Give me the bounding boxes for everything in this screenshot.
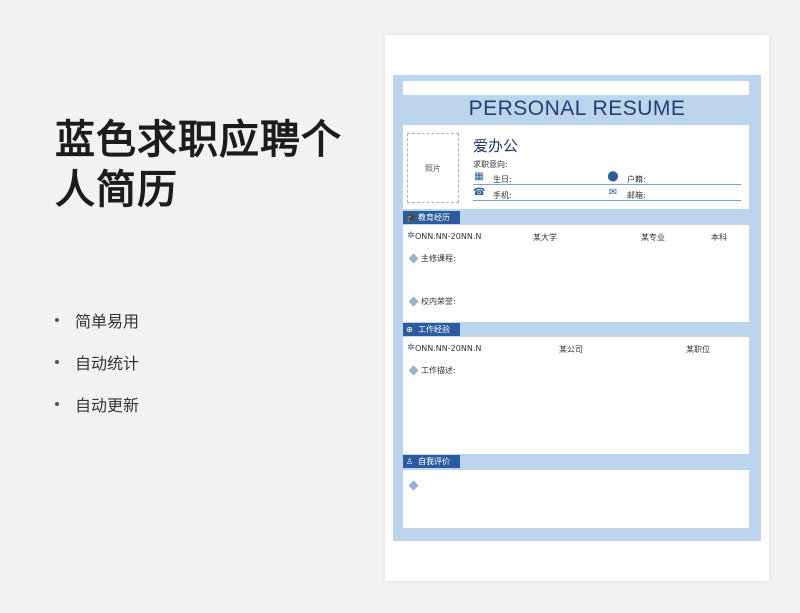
promo-title-line1: 蓝色求职应聘个: [55, 117, 342, 163]
hometown-label: 户籍:: [627, 175, 646, 184]
feature-item: 简单易用: [55, 310, 140, 331]
resume-frame: PERSONAL RESUME 照片 爱办公 求职意向: ▦ 生日: ⬤ 户籍:…: [393, 75, 761, 541]
work-tab-label: 工作经验: [418, 325, 450, 334]
job-intent-label: 求职意向:: [473, 160, 508, 169]
promo-title: 蓝色求职应聘个 人简历: [55, 115, 342, 215]
courses-label: 主修课程:: [421, 254, 456, 263]
diamond-bullet-icon: [408, 365, 419, 376]
bullet-icon: [55, 402, 59, 406]
self-eval-box: [403, 470, 749, 528]
bullet-icon: [55, 318, 59, 322]
diamond-bullet-icon: [408, 296, 419, 307]
feature-label: 自动统计: [75, 354, 140, 373]
self-eval-tab-label: 自我评价: [418, 457, 450, 466]
work-box: ✲ ONN.NN-20NN.N 某公司 某职位 工作描述:: [403, 337, 749, 454]
work-position: 某职位: [686, 345, 710, 354]
diamond-bullet-icon: [408, 480, 419, 491]
info-row-phone: ☎ 手机: ✉ 邮箱:: [473, 187, 741, 201]
candidate-name: 爱办公: [473, 137, 519, 155]
photo-placeholder[interactable]: 照片: [407, 133, 459, 203]
feature-item: 自动更新: [55, 394, 140, 415]
calendar-icon: ▦: [474, 171, 484, 182]
feature-item: 自动统计: [55, 352, 140, 373]
bullet-icon: [55, 360, 59, 364]
tab-work: ⊕ 工作经验: [403, 323, 460, 336]
gear-icon: ✲: [407, 231, 415, 241]
top-bar: [403, 81, 749, 95]
mail-icon: ✉: [608, 187, 618, 198]
feature-label: 简单易用: [75, 312, 140, 331]
education-date: ONN.NN-20NN.N: [415, 232, 482, 241]
birthday-label: 生日:: [493, 175, 512, 184]
education-tab-label: 教育经历: [418, 213, 450, 222]
photo-label: 照片: [425, 163, 441, 173]
diamond-bullet-icon: [408, 253, 419, 264]
feature-list: 简单易用 自动统计 自动更新: [55, 310, 139, 436]
work-date: ONN.NN-20NN.N: [415, 344, 482, 353]
promo-title-line2: 人简历: [55, 167, 178, 213]
graduation-cap-icon: 🎓: [406, 213, 416, 222]
globe-icon: ⊕: [406, 325, 413, 334]
feature-label: 自动更新: [75, 396, 140, 415]
gear-icon: ✲: [407, 343, 415, 353]
email-label: 邮箱:: [627, 191, 646, 200]
phone-icon: ☎: [473, 187, 486, 198]
education-major: 某专业: [641, 233, 665, 242]
tab-education: 🎓 教育经历: [403, 211, 460, 224]
person-icon: ♙: [406, 457, 414, 466]
info-row-birthday: ▦ 生日: ⬤ 户籍:: [473, 171, 741, 185]
work-company: 某公司: [559, 345, 583, 354]
phone-label: 手机:: [493, 191, 512, 200]
personal-info-box: 照片 爱办公 求职意向: ▦ 生日: ⬤ 户籍: ☎ 手机: ✉ 邮箱:: [403, 125, 749, 209]
work-desc-label: 工作描述:: [421, 366, 456, 375]
education-box: ✲ ONN.NN-20NN.N 某大学 某专业 本科 主修课程: 校内荣誉:: [403, 225, 749, 322]
resume-sheet: PERSONAL RESUME 照片 爱办公 求职意向: ▦ 生日: ⬤ 户籍:…: [385, 35, 769, 581]
location-icon: ⬤: [607, 171, 619, 182]
honors-label: 校内荣誉:: [421, 297, 456, 306]
education-school: 某大学: [533, 233, 557, 242]
education-degree: 本科: [711, 233, 727, 242]
resume-title: PERSONAL RESUME: [468, 97, 686, 120]
tab-self-eval: ♙ 自我评价: [403, 455, 460, 468]
